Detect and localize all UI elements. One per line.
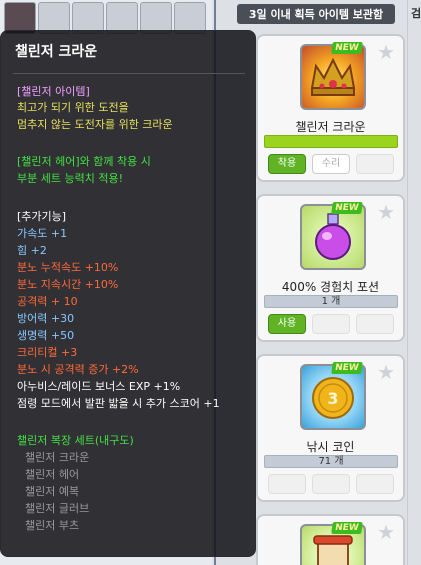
tooltip-stat: 생명력 +50 — [17, 329, 75, 342]
empty-button — [312, 474, 350, 494]
tooltip-set-title: 챌린저 복장 세트(내구도) — [17, 434, 134, 447]
tooltip-set-note: 부분 세트 능력치 적용! — [17, 172, 123, 185]
tooltip-set-item: 챌린저 예복 — [25, 485, 80, 498]
use-button[interactable]: 사용 — [268, 314, 306, 334]
tooltip-stat: 크리티컬 +3 — [17, 346, 78, 359]
storage-title-cut[interactable]: 검 — [408, 4, 421, 24]
empty-button — [312, 314, 350, 334]
panel-divider — [407, 0, 408, 565]
repair-button[interactable]: 수리 — [312, 154, 350, 174]
item-tooltip: 챌린저 크라운 [챌린저 아이템] 최고가 되기 위한 도전을 멈추지 않는 도… — [0, 30, 256, 557]
tooltip-extra-title: [추가기능] — [17, 210, 67, 223]
tooltip-stat: 분노 시 공격력 증가 +2% — [17, 363, 139, 376]
tooltip-set-item: 챌린저 크라운 — [25, 451, 90, 464]
item-name: 챌린저 크라운 — [295, 120, 366, 134]
item-card[interactable]: 3 NEW ★ 낚시 코인 71 개 — [256, 354, 405, 502]
tooltip-stat: 분노 누적속도 +10% — [17, 261, 119, 274]
item-name: 400% 경험치 포션 — [281, 280, 380, 294]
tooltip-set-item: 챌린저 부츠 — [25, 519, 80, 532]
item-count: 71 개 — [264, 455, 398, 468]
tooltip-desc: 최고가 되기 위한 도전을 — [17, 101, 129, 114]
tooltip-stat: 가속도 +1 — [17, 227, 68, 240]
empty-button — [356, 474, 394, 494]
tooltip-set-item: 챌린저 헤어 — [25, 468, 80, 481]
tooltip-stat: 방어력 +30 — [17, 312, 75, 325]
empty-button — [356, 314, 394, 334]
new-badge: NEW — [331, 202, 363, 214]
new-badge: NEW — [331, 522, 363, 534]
divider — [13, 73, 245, 74]
equip-button[interactable]: 착용 — [268, 154, 306, 174]
item-count: 1 개 — [264, 295, 398, 308]
new-badge: NEW — [331, 362, 363, 374]
tooltip-item-name: 챌린저 크라운 — [15, 44, 98, 60]
tooltip-stat: 점령 모드에서 발판 밟을 시 추가 스코어 +1 — [17, 397, 220, 410]
tooltip-stat: 분노 지속시간 +10% — [17, 278, 119, 291]
favorite-star-icon[interactable]: ★ — [377, 202, 395, 222]
empty-button — [268, 474, 306, 494]
tooltip-stat: 아누비스/레이드 보너스 EXP +1% — [17, 380, 181, 393]
favorite-star-icon[interactable]: ★ — [377, 362, 395, 382]
tooltip-category: [챌린저 아이템] — [17, 85, 90, 98]
tooltip-desc: 멈추지 않는 도전자를 위한 크라운 — [17, 118, 173, 131]
item-card[interactable]: NEW ★ 챌린저 크라운 착용 수리 — [256, 34, 405, 182]
svg-text:3: 3 — [327, 389, 338, 408]
favorite-star-icon[interactable]: ★ — [377, 42, 395, 62]
item-card[interactable]: NEW ★ 400% 경험치 포션 1 개 사용 — [256, 194, 405, 342]
empty-button — [356, 154, 394, 174]
favorite-star-icon[interactable]: ★ — [377, 522, 395, 542]
item-name: 낚시 코인 — [306, 440, 355, 454]
durability-bar — [264, 135, 398, 148]
item-card[interactable]: NEW ★ — [256, 514, 405, 565]
tooltip-set-note: [챌린저 헤어]와 함께 착용 시 — [17, 155, 151, 168]
tooltip-set-item: 챌린저 글러브 — [25, 502, 90, 515]
tooltip-stat: 공격력 + 10 — [17, 295, 78, 308]
tooltip-stat: 힘 +2 — [17, 244, 47, 257]
storage-title: 3일 이내 획득 아이템 보관함 — [237, 4, 395, 24]
new-badge: NEW — [331, 42, 363, 54]
